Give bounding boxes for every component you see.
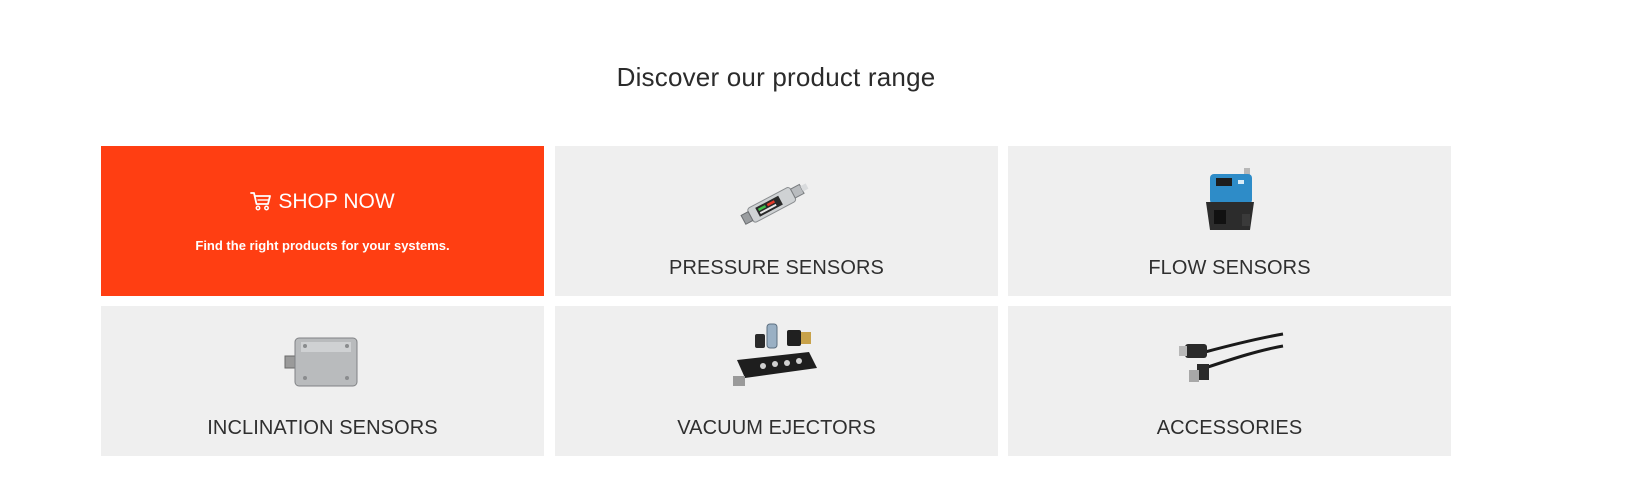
cart-icon <box>250 191 272 217</box>
shop-now-tile[interactable]: SHOP NOW Find the right products for you… <box>101 146 544 296</box>
shop-now-label: SHOP NOW <box>278 190 395 213</box>
category-tile-accessories[interactable]: ACCESSORIES <box>1008 306 1451 456</box>
flow-sensor-image <box>1198 166 1262 239</box>
accessories-cable-image <box>1175 330 1285 393</box>
category-label: INCLINATION SENSORS <box>207 417 438 439</box>
product-range-section: Discover our product range SHOP NOW Find… <box>0 0 1627 503</box>
category-label: PRESSURE SENSORS <box>669 257 884 279</box>
shop-now-heading: SHOP NOW <box>101 190 544 217</box>
section-title: Discover our product range <box>616 62 936 92</box>
pressure-sensor-image <box>737 174 817 235</box>
category-label: FLOW SENSORS <box>1148 257 1311 279</box>
category-label: ACCESSORIES <box>1156 417 1303 439</box>
category-tile-pressure-sensors[interactable]: PRESSURE SENSORS <box>555 146 998 296</box>
category-tile-vacuum-ejectors[interactable]: VACUUM EJECTORS <box>555 306 998 456</box>
vacuum-ejector-image <box>729 322 825 399</box>
category-label: VACUUM EJECTORS <box>677 417 876 439</box>
category-tile-flow-sensors[interactable]: FLOW SENSORS <box>1008 146 1451 296</box>
shop-now-subtitle: Find the right products for your systems… <box>195 238 450 253</box>
inclination-sensor-image <box>283 330 363 395</box>
category-tile-inclination-sensors[interactable]: INCLINATION SENSORS <box>101 306 544 456</box>
